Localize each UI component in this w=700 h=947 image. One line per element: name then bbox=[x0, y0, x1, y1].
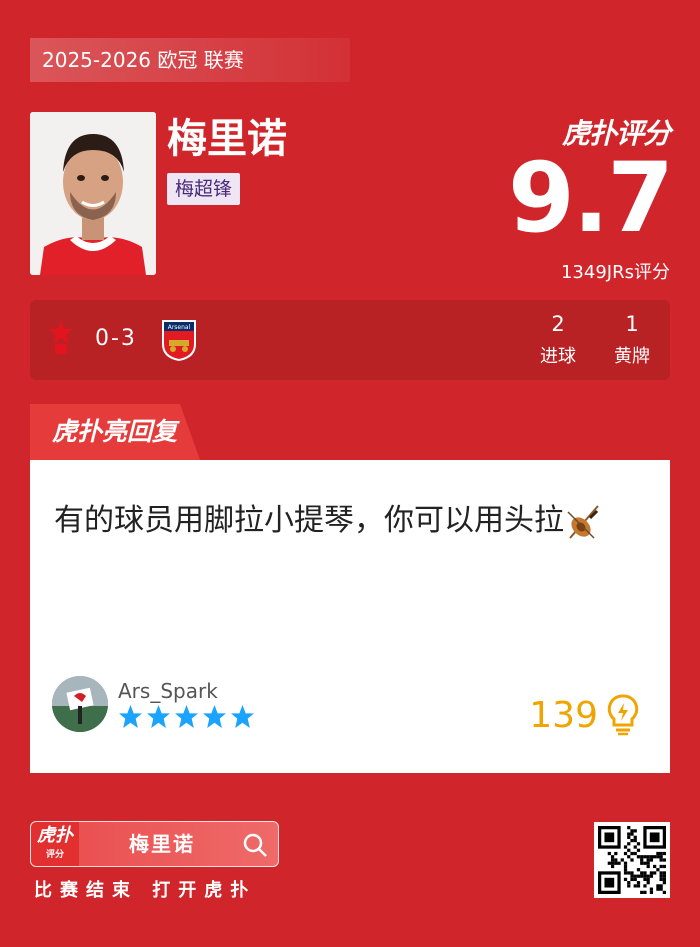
app-search-box[interactable]: 虎扑 评分 梅里诺 bbox=[30, 821, 279, 867]
reply-card[interactable]: 有的球员用脚拉小提琴，你可以用头拉 Ars_Spark 139 bbox=[30, 460, 670, 773]
match-summary-bar[interactable]: 0-3 Arsenal 2 进球 1 黄牌 bbox=[30, 300, 670, 380]
user-rating-stars bbox=[118, 704, 255, 729]
highlight-reply-tab: 虎扑亮回复 bbox=[30, 404, 200, 460]
slavia-prague-logo-icon bbox=[49, 320, 73, 354]
username[interactable]: Ars_Spark bbox=[118, 679, 218, 703]
star-icon bbox=[175, 705, 198, 728]
qr-code bbox=[594, 822, 670, 898]
star-icon bbox=[203, 705, 226, 728]
reply-comment: 有的球员用脚拉小提琴，你可以用头拉 bbox=[54, 494, 644, 548]
player-name: 梅里诺 bbox=[167, 116, 287, 162]
rating-score: 9.7 bbox=[507, 142, 674, 254]
reply-comment-text: 有的球员用脚拉小提琴，你可以用头拉 bbox=[54, 503, 564, 538]
user-avatar[interactable] bbox=[52, 676, 108, 732]
violin-icon bbox=[567, 504, 599, 539]
stat-yellow-value: 1 bbox=[625, 312, 639, 336]
star-icon bbox=[119, 705, 142, 728]
star-icon bbox=[147, 705, 170, 728]
stat-goals-label: 进球 bbox=[540, 346, 576, 367]
arsenal-badge-icon: Arsenal bbox=[162, 320, 196, 361]
search-query: 梅里诺 bbox=[129, 832, 195, 856]
season-banner: 2025-2026 欧冠 联赛 bbox=[30, 38, 350, 82]
open-app-cta: 比赛结束 打开虎扑 bbox=[34, 880, 257, 901]
star-icon bbox=[231, 705, 254, 728]
hupu-app-logo-text: 虎扑 bbox=[37, 825, 73, 846]
like-count: 139 bbox=[529, 694, 598, 736]
stat-yellow-cards: 1 黄牌 bbox=[602, 312, 662, 368]
search-icon[interactable] bbox=[242, 832, 268, 858]
stat-yellow-label: 黄牌 bbox=[614, 346, 650, 367]
lightbulb-icon bbox=[607, 694, 639, 736]
player-photo bbox=[30, 112, 156, 275]
hupu-app-logo-sub: 评分 bbox=[45, 850, 64, 860]
svg-text:Arsenal: Arsenal bbox=[168, 324, 191, 331]
rating-vote-count: 1349JRs评分 bbox=[560, 262, 670, 283]
player-nickname-tag[interactable]: 梅超锋 bbox=[167, 173, 241, 205]
match-score: 0-3 bbox=[95, 326, 137, 351]
hupu-app-logo: 虎扑 评分 bbox=[31, 822, 79, 866]
stat-goals-value: 2 bbox=[551, 312, 565, 336]
like-button[interactable]: 139 bbox=[529, 694, 640, 736]
stat-goals: 2 进球 bbox=[528, 312, 588, 368]
